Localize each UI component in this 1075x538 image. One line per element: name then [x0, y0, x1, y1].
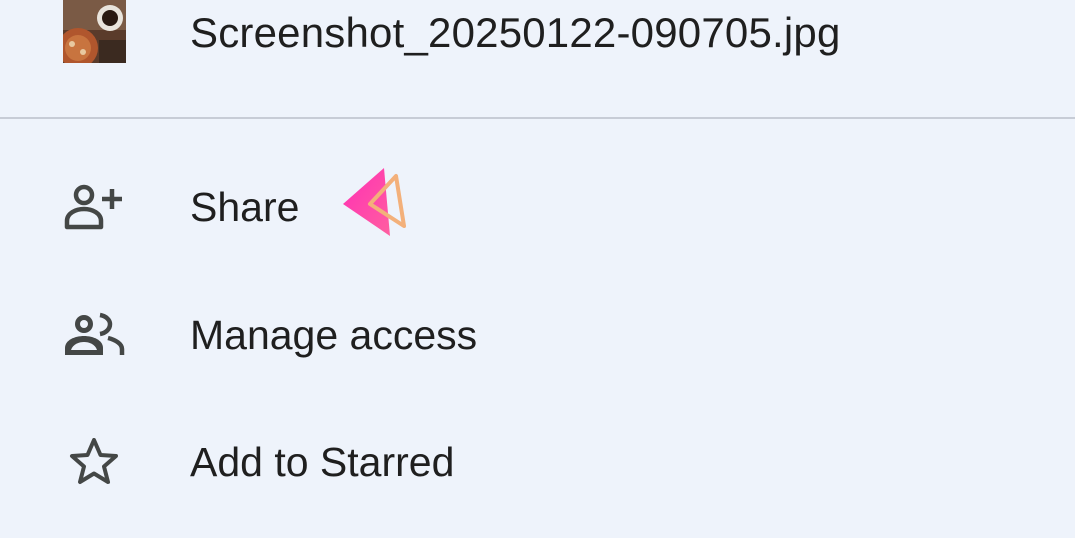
- menu-item-label: Manage access: [190, 312, 478, 358]
- star-outline-icon: [62, 438, 126, 486]
- file-actions-sheet: Screenshot_20250122-090705.jpg Share Man…: [0, 0, 1075, 538]
- file-header: Screenshot_20250122-090705.jpg: [0, 0, 1075, 118]
- divider: [0, 117, 1075, 119]
- menu-item-share[interactable]: Share: [0, 157, 1075, 257]
- file-thumbnail: [63, 0, 126, 63]
- menu-item-manage-access[interactable]: Manage access: [0, 285, 1075, 385]
- people-icon: [62, 311, 126, 359]
- file-name: Screenshot_20250122-090705.jpg: [190, 9, 841, 56]
- menu-item-add-to-starred[interactable]: Add to Starred: [0, 412, 1075, 512]
- menu-item-label: Share: [190, 184, 300, 230]
- pointer-cursor-icon: [340, 166, 410, 240]
- person-add-icon: [62, 183, 126, 231]
- menu-item-label: Add to Starred: [190, 439, 455, 485]
